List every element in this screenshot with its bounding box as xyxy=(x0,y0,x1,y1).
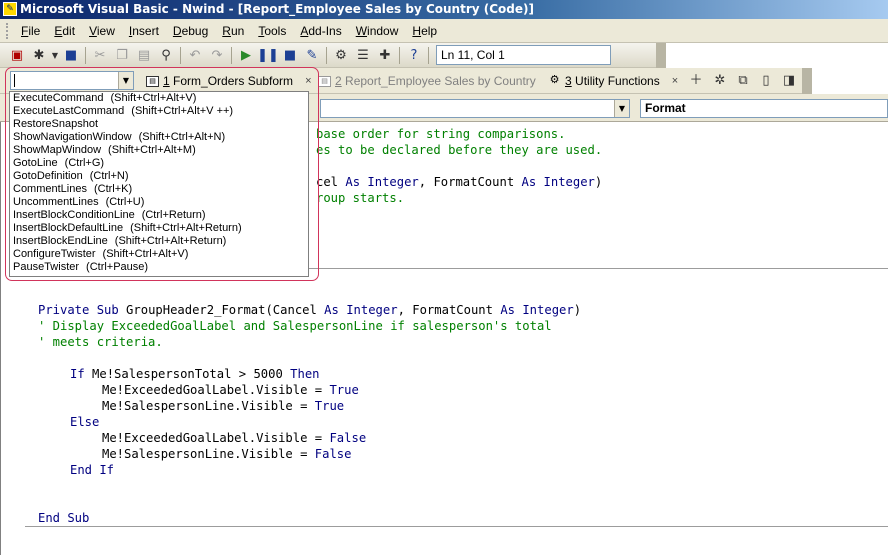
help-icon[interactable]: ? xyxy=(403,45,425,65)
toolbar-separator xyxy=(428,46,429,64)
design-mode-icon[interactable]: ✎ xyxy=(301,45,323,65)
toolbar-separator xyxy=(85,46,86,64)
reset-icon[interactable]: ■ xyxy=(279,45,301,65)
command-item[interactable]: InsertBlockConditionLine (Ctrl+Return) xyxy=(10,209,308,222)
code-line: End Sub xyxy=(38,511,90,525)
procedure-combo-value: Format xyxy=(645,101,686,115)
chevron-down-icon[interactable]: ▼ xyxy=(614,100,629,117)
tab-utility-functions[interactable]: ⚙ 3 Utility Functions × xyxy=(548,71,679,91)
code-line: roup starts. xyxy=(316,191,405,205)
hierarchy-icon[interactable]: ⧉ xyxy=(733,72,753,90)
standard-toolbar: ▣ ✱ ▼ ■ ✂ ❐ ▤ ⚲ ↶ ↷ ▶ ❚❚ ■ ✎ ⚙ ☰ ✚ ? Ln … xyxy=(0,42,666,68)
redo-icon[interactable]: ↷ xyxy=(206,45,228,65)
form-module-icon: ▤ xyxy=(146,75,159,87)
code-line: Me!SalespersonLine.Visible = True xyxy=(102,399,345,413)
view-access-icon[interactable]: ▣ xyxy=(6,45,28,65)
tab-report-employee-sales[interactable]: ▤ 2 Report_Employee Sales by Country xyxy=(318,71,536,91)
command-combo[interactable]: ▼ xyxy=(10,71,134,90)
undo-icon[interactable]: ↶ xyxy=(184,45,206,65)
find-icon[interactable]: ⚲ xyxy=(155,45,177,65)
properties-icon[interactable]: ☰ xyxy=(352,45,374,65)
break-icon[interactable]: ❚❚ xyxy=(257,45,279,65)
procedure-separator xyxy=(25,526,888,527)
code-line: cel As Integer, FormatCount As Integer) xyxy=(316,175,603,189)
report-module-icon: ▤ xyxy=(318,75,331,87)
menu-edit[interactable]: Edit xyxy=(47,21,82,41)
toolbox-icon[interactable]: ✚ xyxy=(374,45,396,65)
procedure-combo[interactable]: Format xyxy=(640,99,888,118)
toolbar-separator xyxy=(231,46,232,64)
add-icon[interactable]: ＋ xyxy=(686,72,706,90)
code-line: If Me!SalespersonTotal > 5000 Then xyxy=(70,367,320,381)
toolbar-separator xyxy=(399,46,400,64)
command-item[interactable]: ExecuteCommand (Shift+Ctrl+Alt+V) xyxy=(10,92,308,105)
toolbar-separator xyxy=(326,46,327,64)
close-icon[interactable]: × xyxy=(672,75,678,87)
code-line: base order for string comparisons. xyxy=(316,127,566,141)
toolbar-options-icon[interactable] xyxy=(802,68,812,94)
menu-help[interactable]: Help xyxy=(405,21,444,41)
toolbar-separator xyxy=(180,46,181,64)
chevron-down-icon[interactable]: ▼ xyxy=(118,72,133,89)
title-bar: ✎ Microsoft Visual Basic - Nwind - [Repo… xyxy=(0,0,888,19)
menu-view[interactable]: View xyxy=(82,21,122,41)
tab-label: 3 Utility Functions xyxy=(565,74,660,88)
copy-icon[interactable]: ❐ xyxy=(111,45,133,65)
window-title: Microsoft Visual Basic - Nwind - [Report… xyxy=(20,2,534,16)
menu-file[interactable]: File xyxy=(14,21,47,41)
command-item[interactable]: GotoDefinition (Ctrl+N) xyxy=(10,170,308,183)
vba-app-icon: ✎ xyxy=(3,2,17,16)
code-line: Me!SalespersonLine.Visible = False xyxy=(102,447,352,461)
menu-add-ins[interactable]: Add-Ins xyxy=(293,21,348,41)
command-item[interactable]: InsertBlockEndLine (Shift+Ctrl+Alt+Return… xyxy=(10,235,308,248)
menu-run[interactable]: Run xyxy=(215,21,251,41)
command-item[interactable]: RestoreSnapshot xyxy=(10,118,308,131)
command-item[interactable]: ExecuteLastCommand (Shift+Ctrl+Alt+V ++) xyxy=(10,105,308,118)
paste-icon[interactable]: ▤ xyxy=(133,45,155,65)
command-item[interactable]: CommentLines (Ctrl+K) xyxy=(10,183,308,196)
menu-window[interactable]: Window xyxy=(349,21,406,41)
command-list[interactable]: ExecuteCommand (Shift+Ctrl+Alt+V) Execute… xyxy=(9,91,309,277)
menu-debug[interactable]: Debug xyxy=(166,21,215,41)
save-icon[interactable]: ■ xyxy=(60,45,82,65)
command-item[interactable]: ShowNavigationWindow (Shift+Ctrl+Alt+N) xyxy=(10,131,308,144)
code-comment: ' Display ExceededGoalLabel and Salesper… xyxy=(38,319,552,333)
menu-grip-icon xyxy=(6,22,10,39)
close-icon[interactable]: × xyxy=(305,75,311,87)
twister-icon[interactable]: ✲ xyxy=(710,72,730,90)
standard-module-icon: ⚙ xyxy=(549,73,560,86)
dropdown-arrow-icon[interactable]: ▼ xyxy=(50,45,60,65)
tab-form-orders-subform[interactable]: ▤ 1 Form_Orders Subform × xyxy=(146,71,312,91)
text-cursor xyxy=(14,74,15,87)
cursor-position: Ln 11, Col 1 xyxy=(436,45,611,65)
panel-right-icon[interactable]: ◨ xyxy=(779,72,799,90)
menu-insert[interactable]: Insert xyxy=(122,21,166,41)
command-item[interactable]: UncommentLines (Ctrl+U) xyxy=(10,196,308,209)
code-line: Me!ExceededGoalLabel.Visible = True xyxy=(102,383,359,397)
code-line: Else xyxy=(70,415,100,429)
code-line: es to be declared before they are used. xyxy=(316,143,603,157)
tab-label: 1 Form_Orders Subform xyxy=(163,74,294,88)
toolbar-options-icon[interactable] xyxy=(656,42,666,68)
command-item[interactable]: ShowMapWindow (Shift+Ctrl+Alt+M) xyxy=(10,144,308,157)
command-item[interactable]: ConfigureTwister (Shift+Ctrl+Alt+V) xyxy=(10,248,308,261)
cut-icon[interactable]: ✂ xyxy=(89,45,111,65)
insert-module-icon[interactable]: ✱ xyxy=(28,45,50,65)
code-line: End If xyxy=(70,463,115,477)
code-comment: ' meets criteria. xyxy=(38,335,163,349)
project-explorer-icon[interactable]: ⚙ xyxy=(330,45,352,65)
menu-bar: File Edit View Insert Debug Run Tools Ad… xyxy=(0,19,888,43)
run-icon[interactable]: ▶ xyxy=(235,45,257,65)
command-item[interactable]: InsertBlockDefaultLine (Shift+Ctrl+Alt+Re… xyxy=(10,222,308,235)
object-combo[interactable]: ▼ xyxy=(320,99,630,118)
code-line: Me!ExceededGoalLabel.Visible = False xyxy=(102,431,367,445)
menu-tools[interactable]: Tools xyxy=(251,21,293,41)
tab-label: 2 Report_Employee Sales by Country xyxy=(335,74,536,88)
panel-left-icon[interactable]: ▯ xyxy=(756,72,776,90)
command-item[interactable]: PauseTwister (Ctrl+Pause) xyxy=(10,261,308,274)
code-line: Private Sub GroupHeader2_Format(Cancel A… xyxy=(38,303,582,317)
command-item[interactable]: GotoLine (Ctrl+G) xyxy=(10,157,308,170)
